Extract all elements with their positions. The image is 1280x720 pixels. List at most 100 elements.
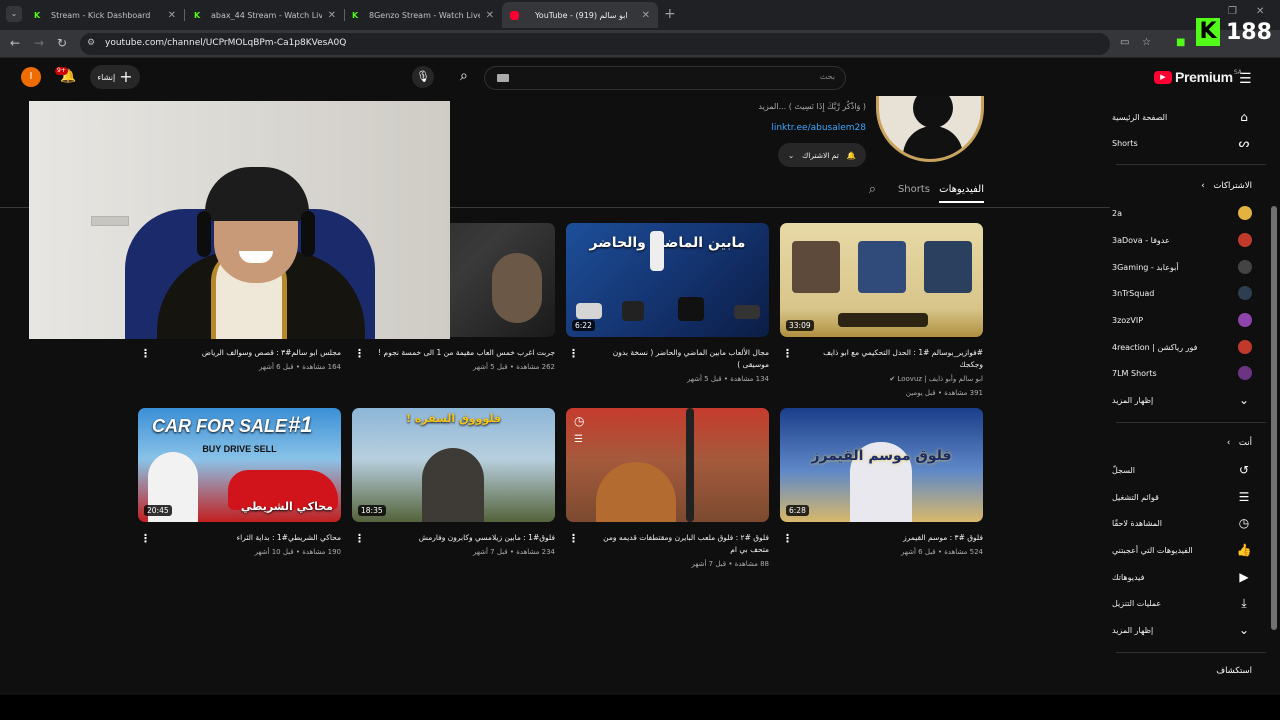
site-info-icon[interactable]: ⚙ [87, 38, 95, 48]
channel-search-icon[interactable]: ⌕ [869, 182, 876, 197]
sidebar-item-home[interactable]: ⌂ الصفحة الرئيسية [1112, 106, 1252, 128]
sidebar-item-subscription[interactable]: 7LM Shorts [1112, 362, 1252, 384]
restore-icon[interactable]: ❐ [1228, 6, 1237, 17]
bookmark-star-icon[interactable]: ☆ [1142, 37, 1151, 48]
browser-tab[interactable]: K abax_44 Stream - Watch Live on ✕ [186, 2, 344, 28]
more-options-icon[interactable]: ⋮ [782, 347, 793, 360]
channel-avatar-icon [1238, 366, 1252, 380]
video-title[interactable]: جربت اغرب خمس العاب مقيمة من 1 الى خمسة … [352, 347, 555, 359]
sidebar-item-downloads[interactable]: ⤓ عمليات التنزيل [1112, 592, 1252, 614]
close-icon[interactable]: ✕ [642, 10, 650, 21]
video-thumbnail[interactable]: CAR FOR SALE #1 BUY DRIVE SELL محاكي الش… [138, 408, 341, 522]
sidebar-item-subscription[interactable]: 4reaction | فور رياكشن [1112, 336, 1252, 358]
reload-icon[interactable]: ↻ [57, 36, 67, 50]
video-title[interactable]: #فوازير_بوسالم #1 : الحدل التحكيمي مع اب… [780, 347, 983, 371]
video-thumbnail[interactable]: فلوووق السفره ! 18:35 [352, 408, 555, 522]
forward-icon[interactable]: → [34, 36, 44, 50]
kick-icon: K [352, 10, 359, 20]
sidebar-item-history[interactable]: ↺ السجلّ [1112, 459, 1252, 481]
video-card[interactable]: CAR FOR SALE #1 BUY DRIVE SELL محاكي الش… [138, 408, 341, 558]
browser-tab[interactable]: K Stream - Kick Dashboard ✕ [26, 2, 184, 28]
channel-avatar-icon [1238, 233, 1252, 247]
video-thumbnail[interactable]: فلوق موسم القيمرز 6:28 [780, 408, 983, 522]
video-thumbnail[interactable]: 33:09 [780, 223, 983, 337]
close-icon[interactable]: ✕ [328, 10, 336, 21]
sidebar-item-subscription[interactable]: 3nTrSquad [1112, 282, 1252, 304]
youtube-premium-logo[interactable]: ▶ Premium SA [1154, 69, 1242, 85]
channel-avatar-icon [1238, 340, 1252, 354]
video-thumbnail[interactable]: ◷ ☰ [566, 408, 769, 522]
video-title[interactable]: فلوق #٢ : فلوق ملعب البايرن ومقتطفات قدي… [566, 532, 769, 556]
channel-avatar[interactable] [876, 96, 984, 162]
search-icon[interactable]: ⌕ [460, 68, 468, 84]
channel-description[interactable]: ( وَاذْكُر رَّبَّكَ إِذَا نَسِيتَ ) ...ا… [758, 102, 866, 111]
video-title[interactable]: فلوق #٣ : موسم القيمرز [780, 532, 983, 544]
video-meta: 262 مشاهدة • قبل 5 أشهر [473, 363, 555, 371]
subscriptions-header[interactable]: الاشتراكات › [1201, 181, 1252, 191]
sidebar-item-subscription[interactable]: 3Gaming - أبوعابد [1112, 256, 1252, 278]
sidebar-item-playlists[interactable]: ☰ قوائم التشغيل [1112, 486, 1252, 508]
sidebar-item-liked-videos[interactable]: 👍 الفيديوهات التي أعجبتني [1112, 539, 1252, 561]
watch-later-icon[interactable]: ◷ [574, 414, 584, 428]
wall-light-switch [91, 216, 129, 226]
youtube-icon [510, 10, 519, 20]
show-more-button[interactable]: ⌄ إظهار المزيد [1112, 619, 1252, 641]
new-tab-icon[interactable]: + [664, 6, 676, 22]
chevron-down-icon: ⌄ [1238, 393, 1250, 407]
video-duration: 18:35 [358, 505, 386, 516]
sidebar-item-subscription[interactable]: 3zozVIP [1112, 309, 1252, 331]
show-more-button[interactable]: ⌄ إظهار المزيد [1112, 389, 1252, 411]
video-title[interactable]: محاكي الشريطي#1 : بداية الثراء [138, 532, 341, 544]
back-icon[interactable]: ← [10, 36, 20, 50]
more-options-icon[interactable]: ⋮ [140, 532, 151, 545]
more-options-icon[interactable]: ⋮ [354, 347, 365, 360]
sidebar-item-subscription[interactable]: 3aDova - عدوفا [1112, 229, 1252, 251]
kick-logo-icon: K [1196, 18, 1220, 46]
extension-icon[interactable]: ■ [1176, 37, 1185, 48]
close-icon[interactable]: ✕ [486, 10, 494, 21]
tab-title: Stream - Kick Dashboard [51, 10, 151, 20]
video-card[interactable]: فلوق موسم القيمرز 6:28 فلوق #٣ : موسم ال… [780, 408, 983, 558]
you-section-header[interactable]: أنت › [1227, 438, 1252, 448]
tab-shorts[interactable]: Shorts [898, 184, 930, 195]
subscribe-button[interactable]: ⌄ تم الاشتراك 🔔 [778, 143, 866, 167]
keyboard-icon[interactable] [497, 74, 509, 82]
create-label: إنشاء [97, 72, 116, 82]
more-options-icon[interactable]: ⋮ [140, 347, 151, 360]
video-card[interactable]: فلوووق السفره ! 18:35 فلوق#1 : مابين زيل… [352, 408, 555, 558]
close-icon[interactable]: ✕ [168, 10, 176, 21]
sidebar-item-shorts[interactable]: ᔕ Shorts [1112, 132, 1252, 154]
more-options-icon[interactable]: ⋮ [354, 532, 365, 545]
browser-tab[interactable]: K 8Genzo Stream - Watch Live on ✕ [344, 2, 502, 28]
add-to-queue-icon[interactable]: ☰ [574, 434, 583, 445]
shorts-icon: ᔕ [1238, 136, 1250, 150]
more-options-icon[interactable]: ⋮ [782, 532, 793, 545]
video-card[interactable]: ◷ ☰ فلوق #٢ : فلوق ملعب البايرن ومقتطفات… [566, 408, 769, 570]
browser-tab-active[interactable]: YouTube - ابو سالم (919) ✕ [502, 2, 658, 28]
sidebar-item-watch-later[interactable]: ◷ المشاهدة لاحقًا [1112, 512, 1252, 534]
create-button[interactable]: إنشاء + [90, 65, 140, 89]
video-thumbnail[interactable]: مابين الماضي والحاضر 6:22 [566, 223, 769, 337]
close-window-icon[interactable]: ✕ [1256, 6, 1264, 17]
sidebar-scrollbar[interactable] [1271, 206, 1277, 630]
youtube-header: ☰ ▶ Premium SA بحث ⌕ 🎙 إنشاء + 🔔 9+ I [0, 58, 1280, 96]
sidebar-item-subscription[interactable]: 2a [1112, 202, 1252, 224]
microphone-icon[interactable]: 🎙 [412, 66, 434, 88]
video-card[interactable]: مابين الماضي والحاضر 6:22 مجال الألعاب م… [566, 223, 769, 385]
tab-videos[interactable]: الفيديوهات [939, 184, 984, 203]
sidebar-item-your-videos[interactable]: ▶ فيديوهاتك [1112, 566, 1252, 588]
video-title[interactable]: مجال الألعاب مابين الماضي والحاضر ( نسخة… [566, 347, 769, 371]
account-avatar[interactable]: I [21, 67, 41, 87]
your-videos-icon: ▶ [1239, 570, 1249, 584]
cast-icon[interactable]: ▭ [1120, 37, 1129, 48]
video-title[interactable]: مجلس ابو سالم#٣ : قصص وسوالف الرياض [138, 347, 341, 359]
more-options-icon[interactable]: ⋮ [568, 532, 579, 545]
url-field[interactable]: ⚙ youtube.com/channel/UCPrMOLqBPm-Ca1p8K… [80, 33, 1110, 55]
channel-link[interactable]: linktr.ee/abusalem28 [771, 123, 866, 133]
tab-search-icon[interactable]: ⌄ [6, 6, 22, 22]
video-card[interactable]: 33:09 #فوازير_بوسالم #1 : الحدل التحكيمي… [780, 223, 983, 399]
video-title[interactable]: فلوق#1 : مابين زيلامسي وكابرون وفارمش [352, 532, 555, 544]
search-input[interactable]: بحث [484, 66, 846, 90]
more-options-icon[interactable]: ⋮ [568, 347, 579, 360]
search-placeholder: بحث [819, 72, 835, 81]
